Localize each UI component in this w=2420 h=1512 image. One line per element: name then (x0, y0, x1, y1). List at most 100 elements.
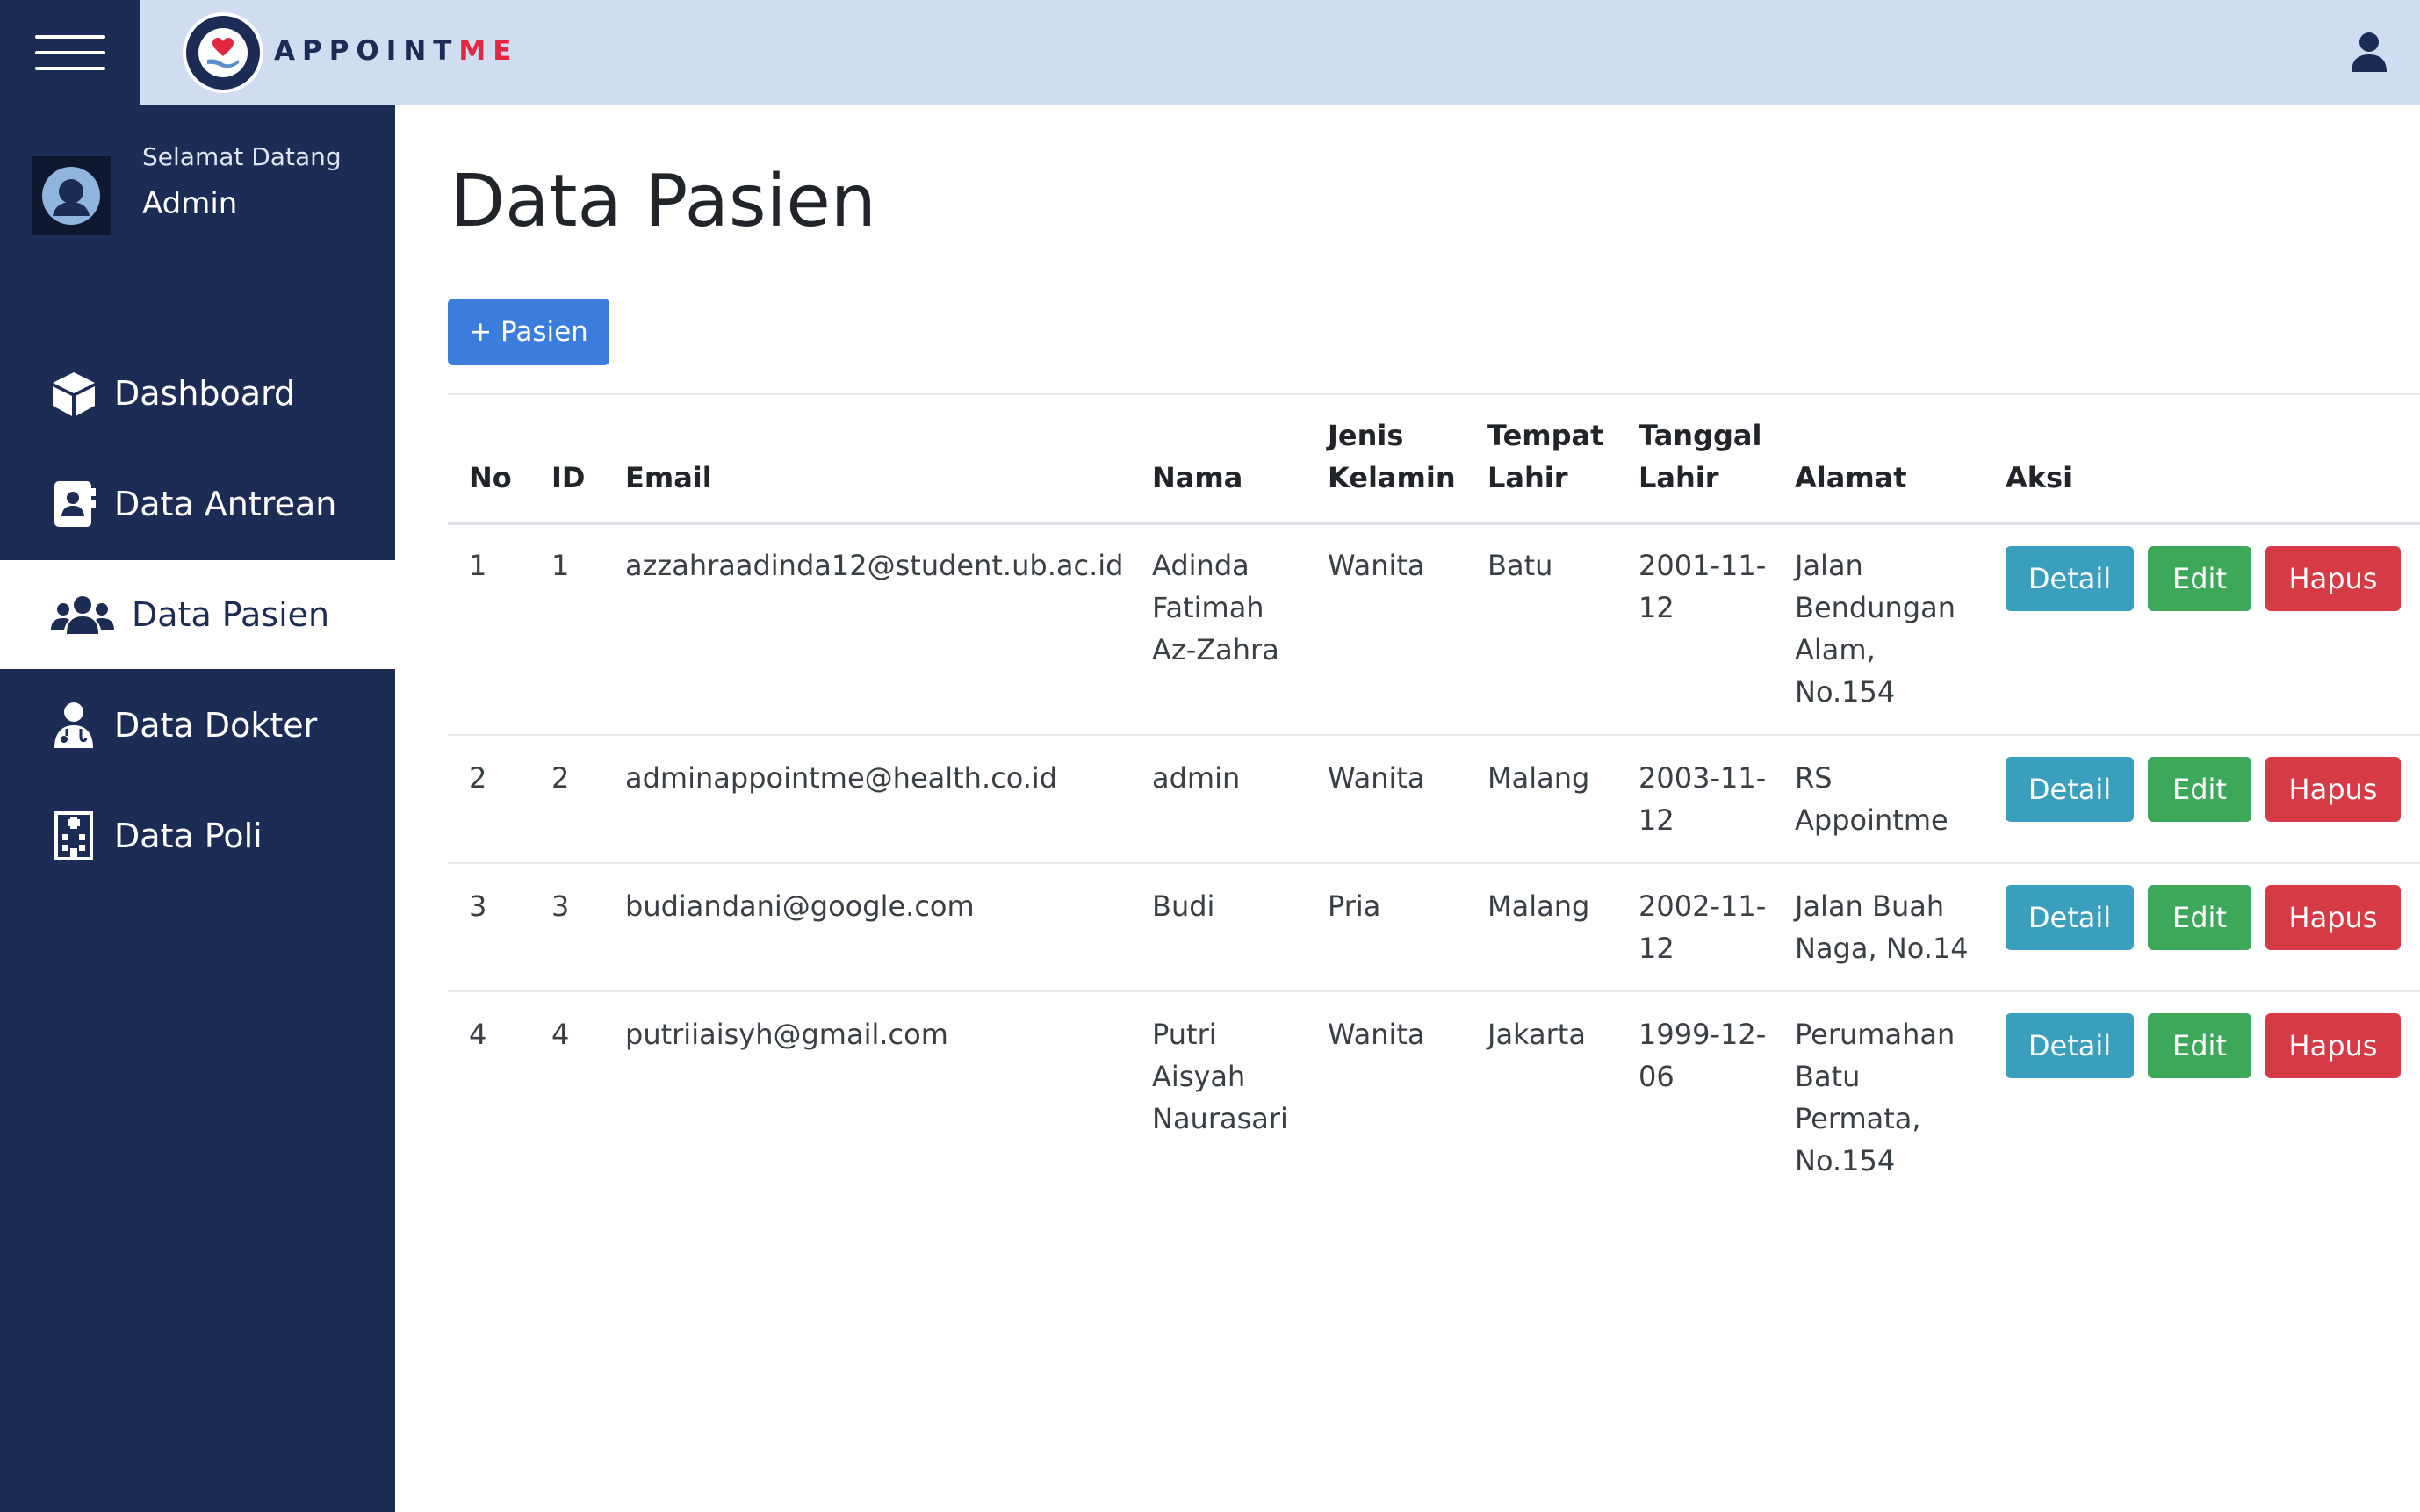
cell-line: Jalan (1795, 549, 1863, 582)
detail-button[interactable]: Detail (2006, 757, 2134, 822)
cell-alamat: Jalan Bendungan Alam, No.154 (1795, 544, 1955, 713)
cell-nama: Adinda Fatimah Az-Zahra (1152, 544, 1279, 671)
cell-line: Naga, No.14 (1795, 932, 1969, 965)
brand-accent: ME (458, 35, 519, 67)
cell-jenis-kelamin: Pria (1328, 889, 1381, 923)
edit-button[interactable]: Edit (2148, 757, 2251, 822)
hapus-button[interactable]: Hapus (2265, 546, 2401, 611)
contact-book-icon (54, 481, 96, 527)
avatar-icon (42, 167, 100, 225)
sidebar-item-label: Data Poli (114, 817, 263, 855)
cell-nama: admin (1152, 761, 1241, 795)
cell-nama: Putri Aisyah Naurasari (1152, 1013, 1288, 1140)
sidebar-item-data-dokter[interactable]: Data Dokter (0, 671, 395, 780)
edit-button[interactable]: Edit (2148, 546, 2251, 611)
cell-id: 3 (551, 889, 570, 923)
top-navbar: APPOINTME (0, 0, 2420, 105)
greeting-text: Selamat Datang (142, 142, 342, 171)
sidebar-item-data-pasien[interactable]: Data Pasien (0, 560, 395, 669)
doctor-icon (54, 702, 93, 748)
cell-line: 12 (1639, 932, 1675, 965)
brand-main: APPOINT (274, 35, 459, 67)
cell-line: Jalan Buah (1795, 889, 1945, 923)
cell-email: budiandani@google.com (625, 889, 975, 923)
appointme-logo[interactable] (183, 12, 263, 93)
cell-id: 2 (551, 761, 570, 795)
main-content: Data Pasien + Pasien No ID Email Nama Je… (395, 105, 2420, 1512)
brand-name: APPOINTME (274, 35, 518, 67)
header-line: Kelamin (1328, 461, 1456, 494)
sidebar-item-dashboard[interactable]: Dashboard (0, 339, 395, 448)
hapus-button[interactable]: Hapus (2265, 757, 2401, 822)
column-header-aksi: Aksi (2006, 461, 2073, 494)
user-name: Admin (142, 186, 238, 221)
cell-line: 2001-11- (1639, 549, 1767, 582)
heart-hand-icon (207, 38, 239, 68)
add-pasien-button[interactable]: + Pasien (448, 299, 609, 365)
sidebar-item-label: Data Pasien (132, 595, 330, 634)
cell-email: adminappointme@health.co.id (625, 761, 1058, 795)
cell-jenis-kelamin: Wanita (1328, 1018, 1425, 1051)
cell-tanggal-lahir: 2002-11- 12 (1639, 885, 1766, 969)
page-title: Data Pasien (450, 160, 876, 243)
hospital-building-icon (54, 811, 93, 860)
cell-line: Naurasari (1152, 1102, 1288, 1135)
cell-alamat: RS Appointme (1795, 757, 1948, 841)
header-line: Tempat (1487, 419, 1604, 452)
header-line: Lahir (1639, 461, 1719, 494)
hapus-button[interactable]: Hapus (2265, 1013, 2401, 1078)
cell-line: 12 (1639, 591, 1675, 624)
hamburger-icon (35, 35, 105, 39)
cell-line: 2002-11- (1639, 889, 1767, 923)
edit-button[interactable]: Edit (2148, 885, 2251, 950)
detail-button[interactable]: Detail (2006, 885, 2134, 950)
cell-tanggal-lahir: 2003-11- 12 (1639, 757, 1766, 841)
row-divider (448, 990, 2420, 992)
cell-line: Adinda (1152, 549, 1250, 582)
hamburger-icon (35, 51, 105, 54)
cell-jenis-kelamin: Wanita (1328, 549, 1425, 582)
sidebar-item-data-poli[interactable]: Data Poli (0, 781, 395, 890)
cell-no: 2 (469, 761, 487, 795)
cell-nama: Budi (1152, 889, 1215, 923)
menu-toggle-button[interactable] (0, 0, 140, 105)
sidebar-item-label: Data Dokter (114, 706, 318, 745)
edit-button[interactable]: Edit (2148, 1013, 2251, 1078)
cell-line: Az-Zahra (1152, 633, 1279, 666)
sidebar-item-data-antrean[interactable]: Data Antrean (0, 450, 395, 558)
row-divider (448, 862, 2420, 864)
user-profile-icon[interactable] (2350, 32, 2388, 74)
cell-line: 2003-11- (1639, 761, 1767, 795)
cell-line: Fatimah (1152, 591, 1264, 624)
detail-button[interactable]: Detail (2006, 1013, 2134, 1078)
cell-tempat-lahir: Malang (1487, 889, 1590, 923)
cell-line: 06 (1639, 1060, 1675, 1093)
cell-email: putriiaisyh@gmail.com (625, 1018, 948, 1051)
cell-line: Bendungan (1795, 591, 1955, 624)
cell-jenis-kelamin: Wanita (1328, 761, 1425, 795)
header-line: Tanggal (1639, 419, 1762, 452)
cell-line: Permata, (1795, 1102, 1921, 1135)
cell-line: No.154 (1795, 675, 1896, 709)
header-line: Jenis (1328, 419, 1404, 452)
cell-line: Appointme (1795, 803, 1948, 837)
column-header-alamat: Alamat (1795, 461, 1907, 494)
cell-tempat-lahir: Jakarta (1487, 1018, 1586, 1051)
sidebar-item-label: Data Antrean (114, 485, 337, 523)
cell-no: 3 (469, 889, 487, 923)
avatar (32, 156, 111, 235)
column-header-tanggal-lahir: Tanggal Lahir (1639, 414, 1761, 499)
column-header-tempat-lahir: Tempat Lahir (1487, 414, 1603, 499)
users-icon (51, 596, 114, 634)
cell-tanggal-lahir: 2001-11- 12 (1639, 544, 1766, 629)
column-header-nama: Nama (1152, 461, 1243, 494)
hapus-button[interactable]: Hapus (2265, 885, 2401, 950)
cell-email: azzahraadinda12@student.ub.ac.id (625, 549, 1124, 582)
column-header-email: Email (625, 461, 712, 494)
cell-line: Putri (1152, 1018, 1217, 1051)
detail-button[interactable]: Detail (2006, 546, 2134, 611)
column-header-jenis-kelamin: Jenis Kelamin (1328, 414, 1456, 499)
column-header-id: ID (551, 461, 586, 494)
cell-no: 4 (469, 1018, 487, 1051)
cell-no: 1 (469, 549, 487, 582)
